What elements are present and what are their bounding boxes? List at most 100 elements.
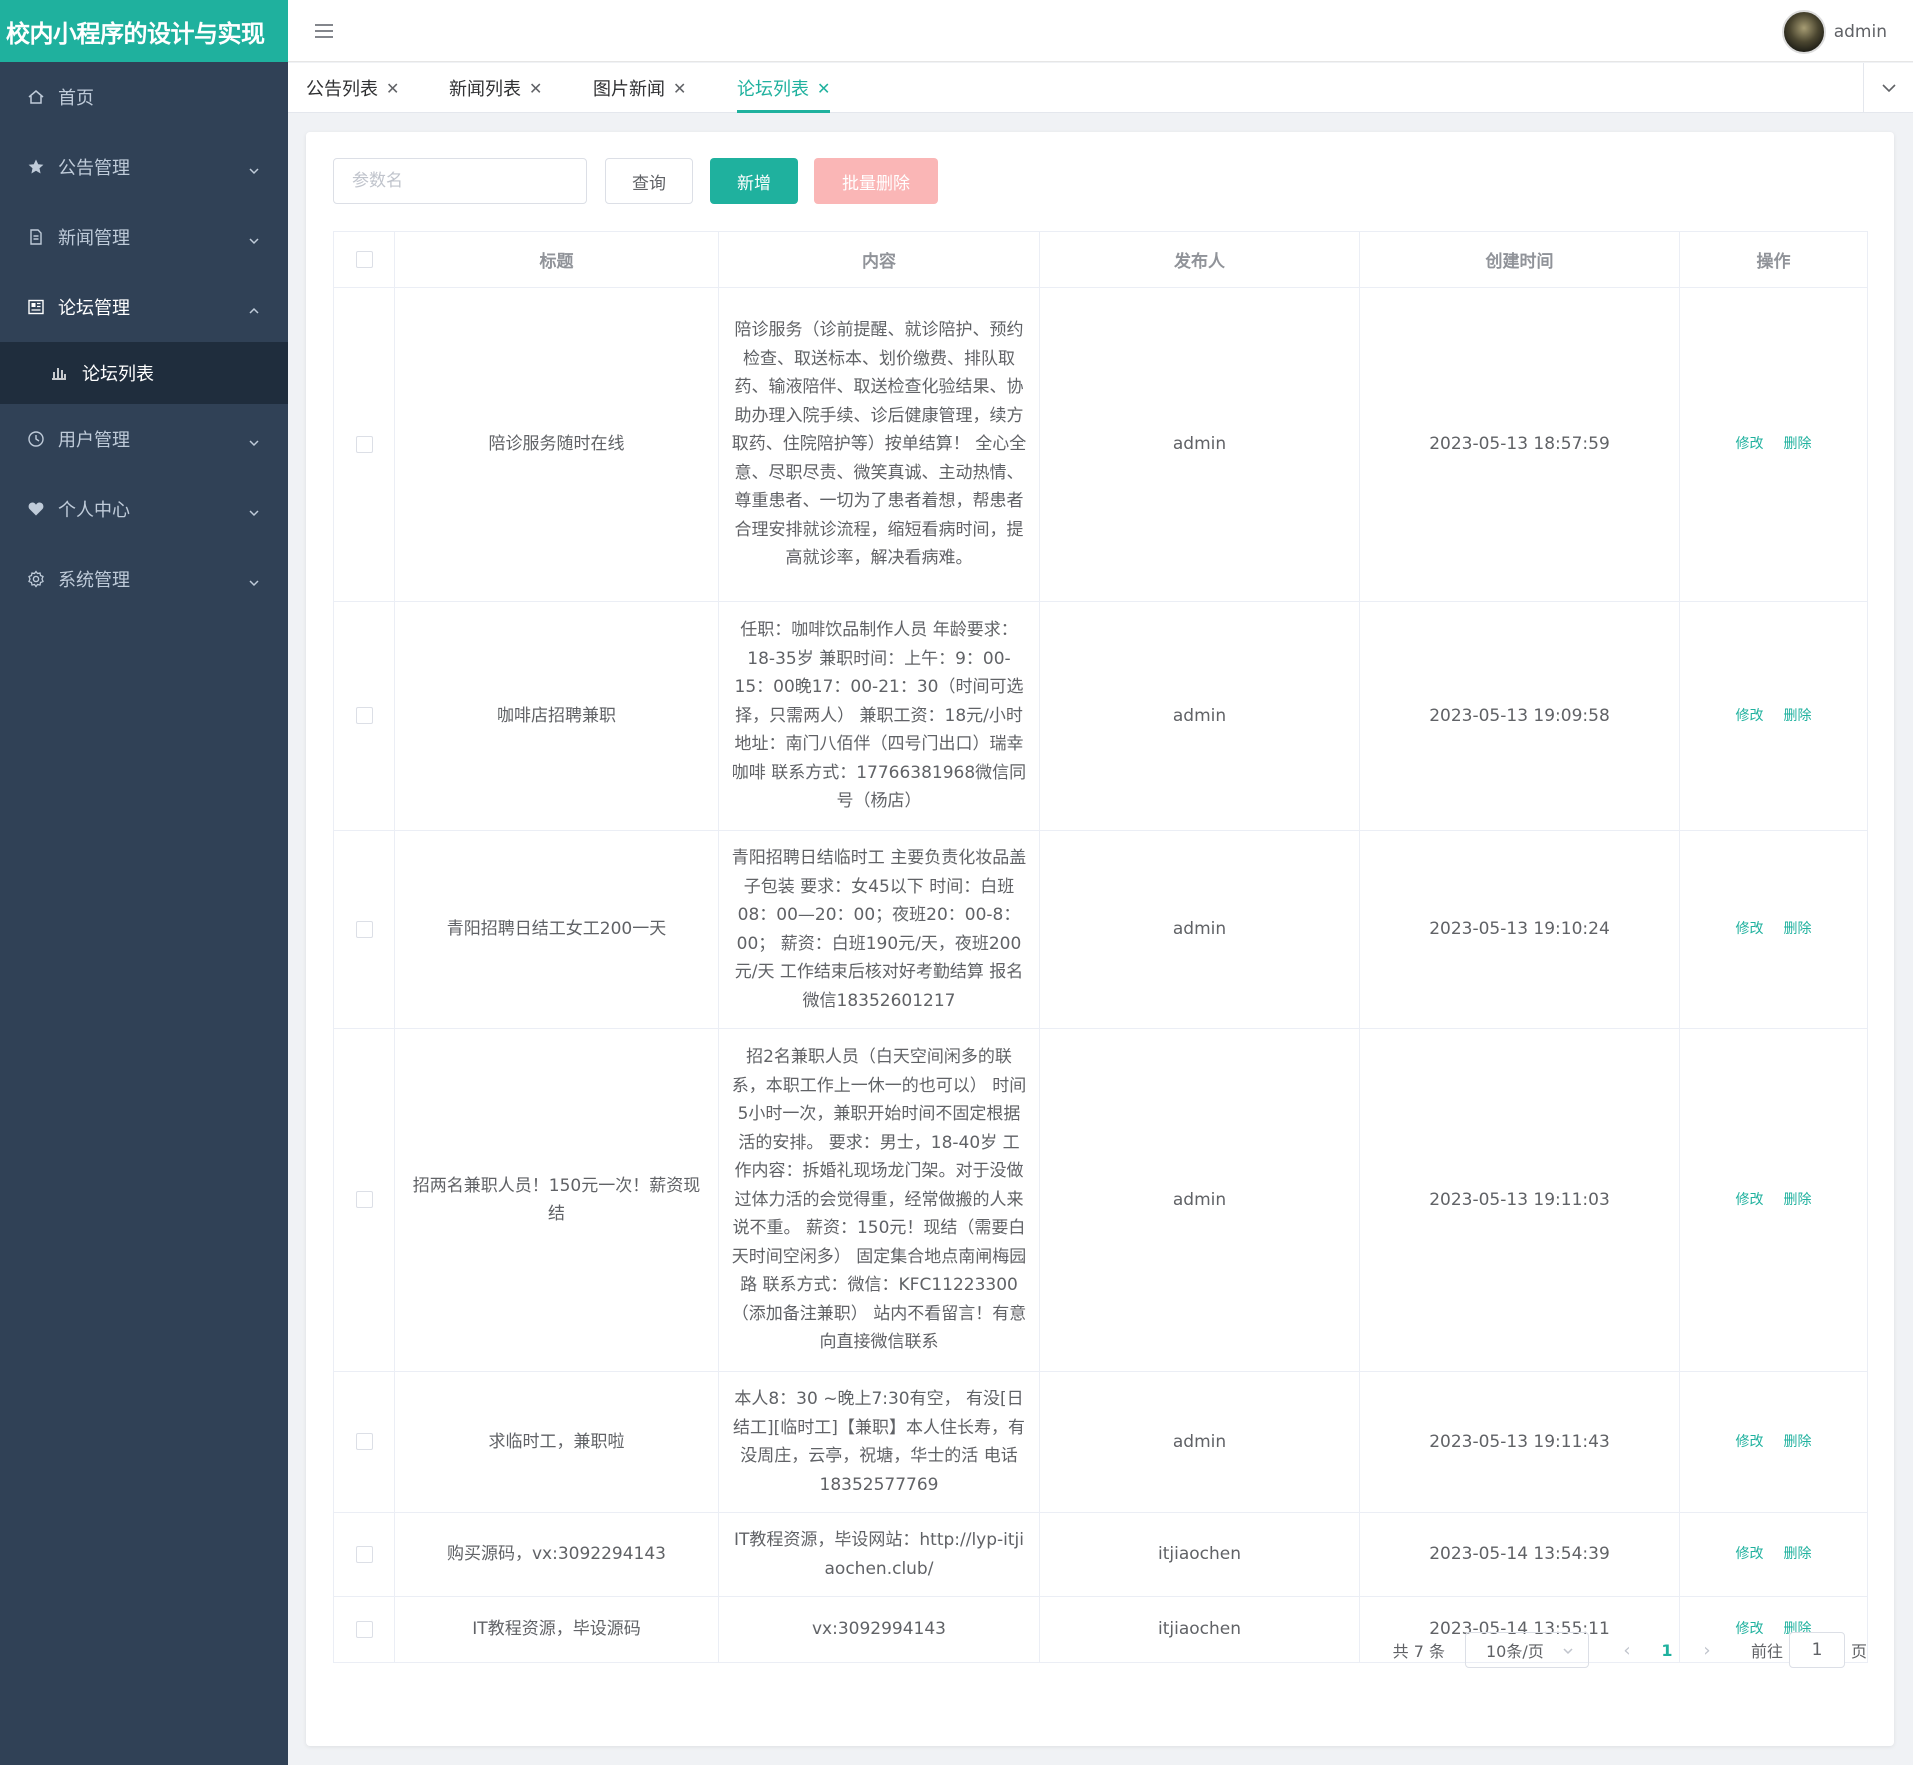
row-checkbox[interactable] (355, 1620, 373, 1638)
cell-created: 2023-05-13 19:11:03 (1359, 1028, 1680, 1372)
cell-publisher: admin (1039, 1028, 1360, 1372)
next-page-button[interactable]: › (1687, 1640, 1727, 1661)
pagination: 共 7 条 10条/页 ‹ 1 › 前往 页 (1393, 1632, 1867, 1668)
user-menu[interactable]: admin (1781, 10, 1887, 54)
chevron-down-icon (248, 573, 260, 594)
tab-news-list[interactable]: 新闻列表 ✕ (449, 63, 542, 113)
cell-title: 求临时工，兼职啦 (394, 1371, 719, 1513)
delete-link[interactable]: 删除 (1784, 708, 1812, 724)
row-checkbox[interactable] (355, 1191, 373, 1209)
cell-ops: 修改 删除 (1679, 1512, 1868, 1597)
tab-announcement-list[interactable]: 公告列表 ✕ (306, 63, 399, 113)
edit-link[interactable]: 修改 (1736, 436, 1764, 452)
search-input[interactable] (333, 158, 587, 204)
tab-label: 图片新闻 (593, 79, 665, 100)
close-icon[interactable]: ✕ (386, 79, 399, 98)
cell-created: 2023-05-14 13:54:39 (1359, 1512, 1680, 1597)
close-icon[interactable]: ✕ (817, 79, 830, 98)
top-header: admin (288, 0, 1913, 62)
cell-content: 陪诊服务（诊前提醒、就诊陪护、预约检查、取送标本、划价缴费、排队取药、输液陪伴、… (718, 287, 1040, 602)
table-header-row: 标题 内容 发布人 创建时间 操作 (333, 231, 1868, 288)
sidebar-subitem-forum-list[interactable]: 论坛列表 (0, 342, 288, 404)
cell-publisher: admin (1039, 830, 1360, 1029)
tab-label: 新闻列表 (449, 79, 521, 100)
close-icon[interactable]: ✕ (673, 79, 686, 98)
column-header-title: 标题 (394, 231, 719, 288)
chevron-down-icon (248, 433, 260, 454)
goto-label: 前往 (1750, 1642, 1783, 1661)
delete-link[interactable]: 删除 (1784, 1546, 1812, 1562)
table-row: 青阳招聘日结工女工200一天 青阳招聘日结临时工 主要负责化妆品盖子包装 要求：… (333, 830, 1868, 1029)
sidebar-item-profile[interactable]: 个人中心 (0, 474, 288, 544)
hamburger-icon[interactable] (314, 22, 334, 44)
tabs-dropdown[interactable] (1863, 63, 1913, 113)
cell-ops: 修改 删除 (1679, 1028, 1868, 1372)
delete-link[interactable]: 删除 (1784, 1192, 1812, 1208)
sidebar-item-label: 论坛管理 (58, 298, 130, 319)
page-number-current[interactable]: 1 (1647, 1641, 1687, 1660)
row-checkbox[interactable] (355, 707, 373, 725)
delete-link[interactable]: 删除 (1784, 1434, 1812, 1450)
query-button[interactable]: 查询 (605, 158, 693, 204)
sidebar-item-system[interactable]: 系统管理 (0, 544, 288, 614)
cell-title: 青阳招聘日结工女工200一天 (394, 830, 719, 1029)
add-button[interactable]: 新增 (710, 158, 798, 204)
goto-page-input[interactable] (1788, 1632, 1845, 1668)
sidebar-item-news[interactable]: 新闻管理 (0, 202, 288, 272)
main-card: 查询 新增 批量删除 标题 内容 发布人 创建时间 操作 (306, 132, 1894, 1746)
row-checkbox[interactable] (355, 435, 373, 453)
edit-link[interactable]: 修改 (1736, 1192, 1764, 1208)
prev-page-button[interactable]: ‹ (1607, 1640, 1647, 1661)
tab-image-news[interactable]: 图片新闻 ✕ (593, 63, 686, 113)
cell-content: 任职：咖啡饮品制作人员 年龄要求：18-35岁 兼职时间：上午：9：00-15：… (718, 601, 1040, 831)
chevron-down-icon (248, 503, 260, 524)
sidebar-item-forum[interactable]: 论坛管理 (0, 272, 288, 342)
tags-view: 公告列表 ✕ 新闻列表 ✕ 图片新闻 ✕ 论坛列表 ✕ (288, 63, 1913, 113)
column-header-content: 内容 (718, 231, 1040, 288)
cell-publisher: admin (1039, 601, 1360, 831)
close-icon[interactable]: ✕ (529, 79, 542, 98)
forum-table: 标题 内容 发布人 创建时间 操作 陪诊服务随时在线 陪诊服务（诊前提醒、就诊陪… (333, 231, 1868, 1663)
sidebar: 校内小程序的设计与实现 首页 公告管理 新闻管理 论坛管理 论坛列表 用户管理 … (0, 0, 288, 1765)
row-checkbox[interactable] (355, 1545, 373, 1563)
heart-icon (26, 499, 46, 519)
bar-chart-icon (50, 363, 70, 383)
table-row: 咖啡店招聘兼职 任职：咖啡饮品制作人员 年龄要求：18-35岁 兼职时间：上午：… (333, 601, 1868, 831)
sidebar-item-home[interactable]: 首页 (0, 62, 288, 132)
cell-title: 购买源码，vx:3092294143 (394, 1512, 719, 1597)
delete-link[interactable]: 删除 (1784, 921, 1812, 937)
goto-page: 前往 页 (1751, 1632, 1867, 1668)
edit-link[interactable]: 修改 (1736, 1546, 1764, 1562)
home-icon (26, 87, 46, 107)
delete-link[interactable]: 删除 (1784, 436, 1812, 452)
select-all-checkbox[interactable] (355, 251, 373, 268)
cell-content: 青阳招聘日结临时工 主要负责化妆品盖子包装 要求：女45以下 时间：白班08：0… (718, 830, 1040, 1029)
edit-link[interactable]: 修改 (1736, 921, 1764, 937)
chevron-up-icon (248, 301, 260, 322)
edit-link[interactable]: 修改 (1736, 1434, 1764, 1450)
document-icon (26, 227, 46, 247)
sidebar-item-label: 个人中心 (58, 500, 130, 521)
chevron-down-icon (248, 231, 260, 252)
sidebar-item-announcements[interactable]: 公告管理 (0, 132, 288, 202)
row-checkbox[interactable] (355, 920, 373, 938)
sidebar-item-label: 新闻管理 (58, 228, 130, 249)
chevron-down-icon (1881, 79, 1897, 98)
cell-publisher: admin (1039, 1371, 1360, 1513)
tab-forum-list[interactable]: 论坛列表 ✕ (737, 63, 831, 113)
edit-link[interactable]: 修改 (1736, 708, 1764, 724)
table-row: 陪诊服务随时在线 陪诊服务（诊前提醒、就诊陪护、预约检查、取送标本、划价缴费、排… (333, 287, 1868, 602)
total-count: 共 7 条 (1392, 1642, 1445, 1661)
page-size-select[interactable]: 10条/页 (1464, 1632, 1589, 1668)
row-checkbox[interactable] (355, 1433, 373, 1451)
star-icon (26, 157, 46, 177)
cell-publisher: itjiaochen (1039, 1512, 1360, 1597)
avatar[interactable] (1781, 10, 1826, 54)
page-suffix: 页 (1850, 1642, 1867, 1661)
sidebar-item-label: 公告管理 (58, 158, 130, 179)
batch-delete-button[interactable]: 批量删除 (814, 158, 938, 204)
sidebar-item-users[interactable]: 用户管理 (0, 404, 288, 474)
page-size-value: 10条/页 (1485, 1642, 1544, 1661)
cell-ops: 修改 删除 (1679, 830, 1868, 1029)
table-row: 求临时工，兼职啦 本人8：30 ~晚上7:30有空， 有没[日结工][临时工]【… (333, 1371, 1868, 1513)
